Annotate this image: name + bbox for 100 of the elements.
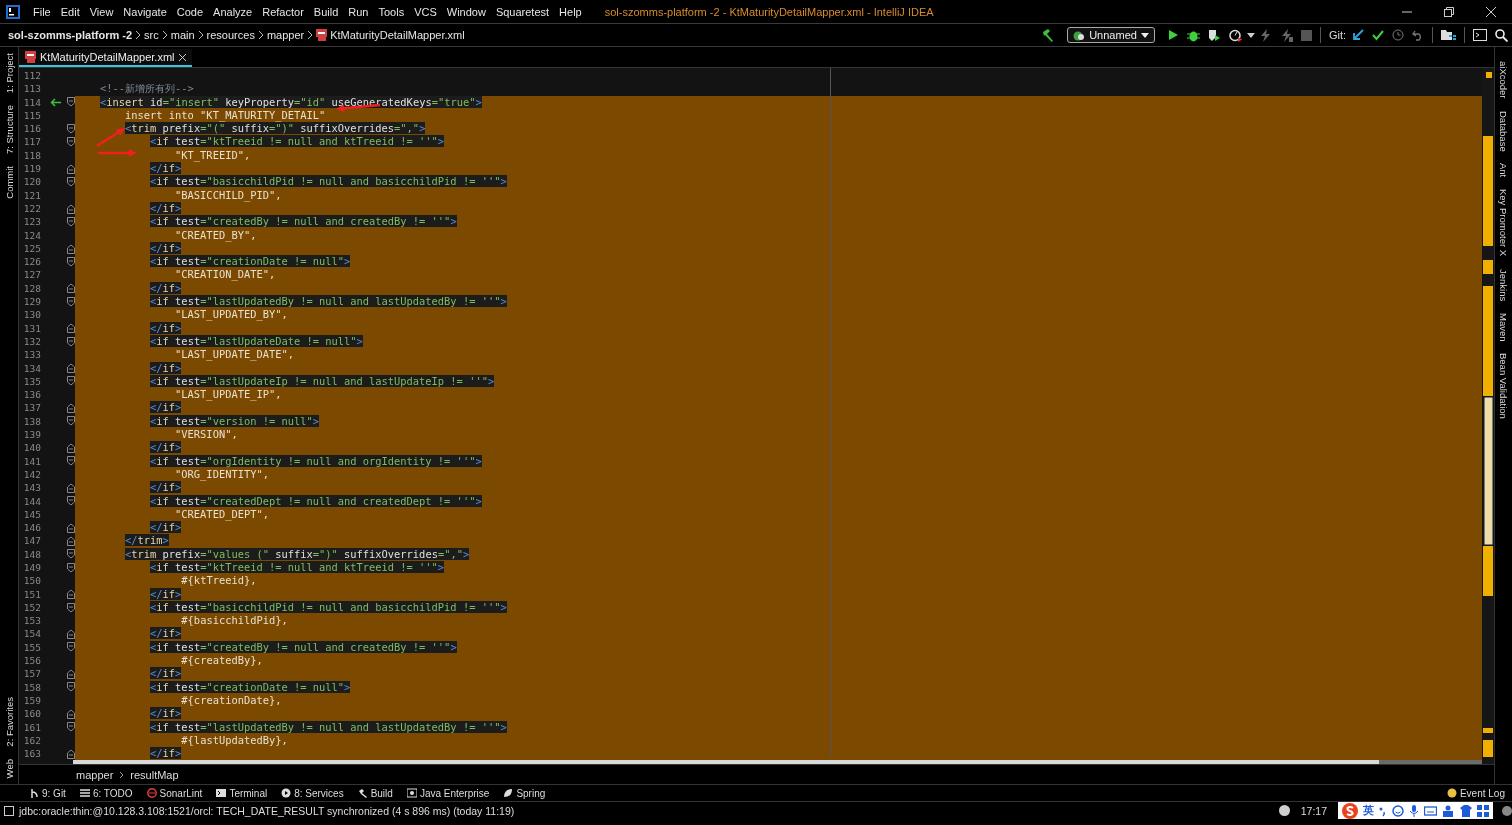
fold-icon[interactable] <box>67 243 75 254</box>
menu-item[interactable]: Navigate <box>118 5 172 18</box>
fold-icon[interactable] <box>67 363 75 374</box>
close-icon[interactable] <box>178 53 186 61</box>
tool-window-tab[interactable]: 7: Structure <box>3 105 15 155</box>
tool-window-tab[interactable]: Bean Validation <box>1498 353 1509 420</box>
input-language[interactable]: 英 <box>1363 803 1374 818</box>
menu-item[interactable]: File <box>28 5 56 18</box>
fold-icon[interactable] <box>67 123 75 134</box>
lightning-icon[interactable] <box>1279 28 1293 42</box>
menu-item[interactable]: Build <box>308 5 344 18</box>
breadcrumb-item[interactable]: sol-szomms-platform -2 <box>8 29 133 41</box>
breadcrumb-item[interactable]: resources <box>206 29 255 41</box>
grid-icon[interactable] <box>1477 804 1489 817</box>
menu-item[interactable]: Edit <box>55 5 85 18</box>
menu-item[interactable]: Refactor <box>257 5 309 18</box>
fold-icon[interactable] <box>67 602 75 613</box>
hammer-icon[interactable] <box>1041 28 1056 42</box>
breadcrumb-item[interactable]: main <box>170 29 195 41</box>
menu-item[interactable]: Window <box>441 5 491 18</box>
stop-icon[interactable] <box>1300 29 1312 41</box>
tool-window-tab[interactable]: 1: Project <box>3 53 15 94</box>
menu-item[interactable]: Help <box>554 5 587 18</box>
fold-icon[interactable] <box>67 722 75 733</box>
circle-icon[interactable] <box>1278 805 1290 816</box>
fold-icon[interactable] <box>67 682 75 693</box>
fold-icon[interactable] <box>67 482 75 493</box>
breadcrumb-item[interactable]: KtMaturityDetailMapper.xml <box>316 29 465 41</box>
menu-item[interactable]: Code <box>171 5 209 18</box>
fold-icon[interactable] <box>67 642 75 653</box>
fold-icon[interactable] <box>67 708 75 719</box>
shield-run-icon[interactable] <box>1207 28 1221 42</box>
breadcrumb-item[interactable]: src <box>144 29 159 41</box>
search-icon[interactable] <box>1495 28 1508 42</box>
fold-icon[interactable] <box>67 97 75 108</box>
fold-icon[interactable] <box>67 137 75 148</box>
event-log-button[interactable]: Event Log <box>1439 787 1512 799</box>
checkmark-icon[interactable] <box>1372 29 1384 41</box>
fold-icon[interactable] <box>67 216 75 227</box>
fold-icon[interactable] <box>67 748 75 759</box>
fold-icon[interactable] <box>67 336 75 347</box>
caret-icon[interactable] <box>1246 32 1255 38</box>
tool-window-button[interactable]: 8: Services <box>274 787 351 799</box>
tool-window-button[interactable]: Terminal <box>209 787 275 799</box>
tool-window-tab[interactable]: Database <box>1498 110 1509 152</box>
tool-window-tab[interactable]: Commit <box>3 166 15 199</box>
tool-window-tab[interactable]: Jenkins <box>1498 268 1509 301</box>
fold-icon[interactable] <box>67 177 75 187</box>
fold-icon[interactable] <box>67 323 75 334</box>
tool-window-tab[interactable]: Key Promoter X <box>1498 189 1509 257</box>
status-icon[interactable] <box>1502 805 1512 816</box>
tool-window-tab[interactable]: Web <box>3 758 15 778</box>
microphone-icon[interactable] <box>1409 804 1419 817</box>
menu-item[interactable]: Analyze <box>208 5 258 18</box>
window-icon[interactable] <box>1473 29 1487 41</box>
folder-grid-icon[interactable] <box>1441 29 1456 41</box>
run-configuration-dropdown[interactable]: Unnamed <box>1067 27 1155 43</box>
tool-window-tab[interactable]: Ant <box>1498 163 1509 178</box>
fold-icon[interactable] <box>67 522 75 533</box>
input-method-bar[interactable]: 英 <box>1338 802 1493 819</box>
fold-icon[interactable] <box>67 669 75 679</box>
arrow-left-icon[interactable] <box>50 97 62 107</box>
fold-icon[interactable] <box>67 163 75 174</box>
menu-item[interactable]: Tools <box>373 5 410 18</box>
breadcrumb-item[interactable]: mapper <box>76 768 114 781</box>
keyboard-icon[interactable] <box>1424 805 1437 816</box>
tool-window-tab[interactable]: Maven <box>1498 312 1509 342</box>
fold-icon[interactable] <box>67 283 75 294</box>
menu-item[interactable]: Squaretest <box>490 5 555 18</box>
editor-tab[interactable]: KtMaturityDetailMapper.xml <box>19 49 192 67</box>
fold-icon[interactable] <box>67 562 75 573</box>
fold-icon[interactable] <box>67 203 75 214</box>
shirt-icon[interactable] <box>1460 804 1472 817</box>
tool-window-tab[interactable]: 2: Favorites <box>3 697 15 747</box>
person-icon[interactable] <box>1442 804 1455 817</box>
smiley-icon[interactable] <box>1392 804 1404 817</box>
fold-icon[interactable] <box>67 416 75 427</box>
fold-icon[interactable] <box>67 629 75 640</box>
run-icon[interactable] <box>1166 29 1179 41</box>
menu-item[interactable]: View <box>84 5 119 18</box>
fold-icon[interactable] <box>67 536 75 547</box>
fold-icon[interactable] <box>67 589 75 600</box>
tool-window-button[interactable]: SonarLint <box>139 787 210 799</box>
restore-icon[interactable] <box>1444 6 1454 17</box>
undo-icon[interactable] <box>1412 29 1424 41</box>
fold-icon[interactable] <box>67 376 75 387</box>
fold-icon[interactable] <box>67 456 75 467</box>
fold-icon[interactable] <box>67 496 75 507</box>
fold-icon[interactable] <box>67 442 75 453</box>
menu-item[interactable]: VCS <box>409 5 442 18</box>
tool-window-button[interactable]: 9: Git <box>22 787 73 799</box>
fold-icon[interactable] <box>67 256 75 267</box>
fold-icon[interactable] <box>67 296 75 307</box>
close-icon[interactable] <box>1486 6 1496 17</box>
fold-icon[interactable] <box>67 403 75 414</box>
fold-icon[interactable] <box>67 549 75 560</box>
lightning-icon[interactable] <box>1258 28 1272 42</box>
breadcrumb-item[interactable]: resultMap <box>130 768 179 781</box>
gauge-icon[interactable] <box>1228 28 1243 42</box>
tool-window-tab[interactable]: aiXcoder <box>1498 61 1509 99</box>
